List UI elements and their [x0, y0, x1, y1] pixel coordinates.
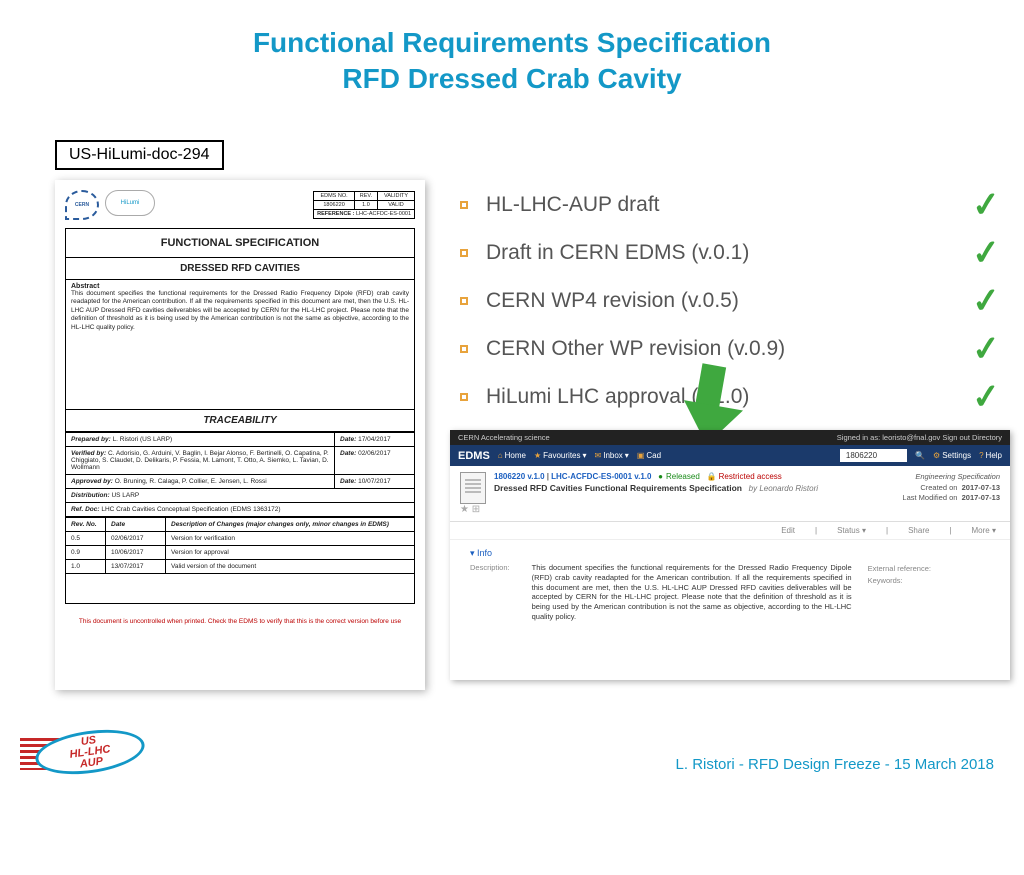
gear-icon: ⚙ [933, 451, 940, 460]
edms-info-section: Info Description: This document specifie… [450, 540, 1010, 630]
edms-nav-bar: EDMS ⌂Home ★Favourites ▾ ✉Inbox ▾ ▣Cad 1… [450, 445, 1010, 466]
check-icon: ✓ [970, 376, 1002, 418]
bullet-icon [460, 249, 468, 257]
revision-table: Rev. No.DateDescription of Changes (majo… [65, 517, 415, 604]
doc-author: by Leonardo Ristori [749, 484, 818, 493]
cad-icon: ▣ [637, 451, 645, 460]
list-item: HL-LHC-AUP draft✓ [460, 185, 1000, 225]
doc-type: Engineering Specification [902, 472, 1000, 483]
spec-id-table: EDMS NO.REV.VALIDITY 18062201.0VALID REF… [313, 191, 415, 219]
check-icon: ✓ [970, 280, 1002, 322]
help-icon: ? [979, 451, 983, 460]
us-hl-lhc-aup-logo: US HL-LHC AUP [20, 726, 150, 781]
action-more[interactable]: More ▾ [972, 526, 996, 535]
list-item: CERN WP4 revision (v.0.5)✓ [460, 281, 1000, 321]
description-label: Description: [470, 563, 510, 572]
spec-heading-2: DRESSED RFD CAVITIES [66, 258, 415, 280]
status-released: Released [658, 472, 700, 481]
bullet-icon [460, 393, 468, 401]
edms-action-bar: Edit| Status ▾| Share| More ▾ [450, 522, 1010, 540]
document-icon [460, 472, 486, 504]
search-icon[interactable]: 🔍 [915, 451, 925, 460]
action-status[interactable]: Status ▾ [837, 526, 866, 535]
info-heading[interactable]: Info [470, 548, 990, 559]
home-icon: ⌂ [498, 451, 503, 460]
doc-title: Dressed RFD Cavities Functional Requirem… [494, 483, 742, 493]
keywords-label: Keywords: [868, 575, 931, 587]
edms-document-row: ★ ⊞ 1806220 v.1.0 | LHC-ACFDC-ES-0001 v.… [450, 466, 1010, 522]
title-line-1: Functional Requirements Specification [253, 27, 771, 58]
spec-document-thumbnail: CERN HiLumi EDMS NO.REV.VALIDITY 1806220… [55, 180, 425, 690]
nav-help[interactable]: ?Help [979, 451, 1002, 460]
edms-brand: EDMS [458, 450, 490, 462]
bullet-icon [460, 297, 468, 305]
abstract-label: Abstract [71, 283, 409, 290]
spec-footer-note: This document is uncontrolled when print… [65, 618, 415, 625]
traceability-table: Prepared by: L. Ristori (US LARP)Date: 1… [65, 432, 415, 517]
nav-inbox[interactable]: ✉Inbox ▾ [595, 451, 629, 460]
doc-reference-box: US-HiLumi-doc-294 [55, 140, 224, 170]
bullet-icon [460, 201, 468, 209]
hilumi-logo-icon: HiLumi [105, 190, 155, 216]
nav-favourites[interactable]: ★Favourites ▾ [534, 451, 587, 460]
doc-code[interactable]: LHC-ACFDC-ES-0001 v.1.0 [551, 472, 651, 481]
traceability-heading: TRACEABILITY [66, 410, 415, 432]
external-ref-label: External reference: [868, 563, 931, 575]
inbox-icon: ✉ [595, 451, 602, 460]
check-icon: ✓ [970, 184, 1002, 226]
nav-settings[interactable]: ⚙Settings [933, 451, 971, 460]
description-text: This document specifies the functional r… [532, 563, 852, 622]
bullet-icon [460, 345, 468, 353]
cern-logo-icon: CERN [65, 190, 99, 220]
restricted-label: 🔒 Restricted access [706, 472, 781, 481]
check-icon: ✓ [970, 232, 1002, 274]
list-item: Draft in CERN EDMS (v.0.1)✓ [460, 233, 1000, 273]
spec-heading-1: FUNCTIONAL SPECIFICATION [66, 229, 415, 258]
list-item: CERN Other WP revision (v.0.9)✓ [460, 329, 1000, 369]
star-icon: ★ [534, 451, 541, 460]
search-input[interactable]: 1806220 [840, 449, 907, 462]
footer-text: L. Ristori - RFD Design Freeze - 15 Marc… [676, 756, 994, 773]
abstract-text: This document specifies the functional r… [71, 290, 409, 332]
title-line-2: RFD Dressed Crab Cavity [342, 63, 681, 94]
slide-title: Functional Requirements Specification RF… [0, 25, 1024, 98]
action-edit[interactable]: Edit [781, 526, 795, 535]
doc-id[interactable]: 1806220 v.1.0 [494, 472, 545, 481]
check-icon: ✓ [970, 328, 1002, 370]
action-share[interactable]: Share [908, 526, 929, 535]
nav-home[interactable]: ⌂Home [498, 451, 526, 460]
nav-cad[interactable]: ▣Cad [637, 451, 661, 460]
cern-header-right: Signed in as: leoristo@fnal.gov Sign out… [837, 433, 1002, 442]
cern-header-left: CERN Accelerating science [458, 433, 550, 442]
edms-screenshot: CERN Accelerating science Signed in as: … [450, 430, 1010, 680]
